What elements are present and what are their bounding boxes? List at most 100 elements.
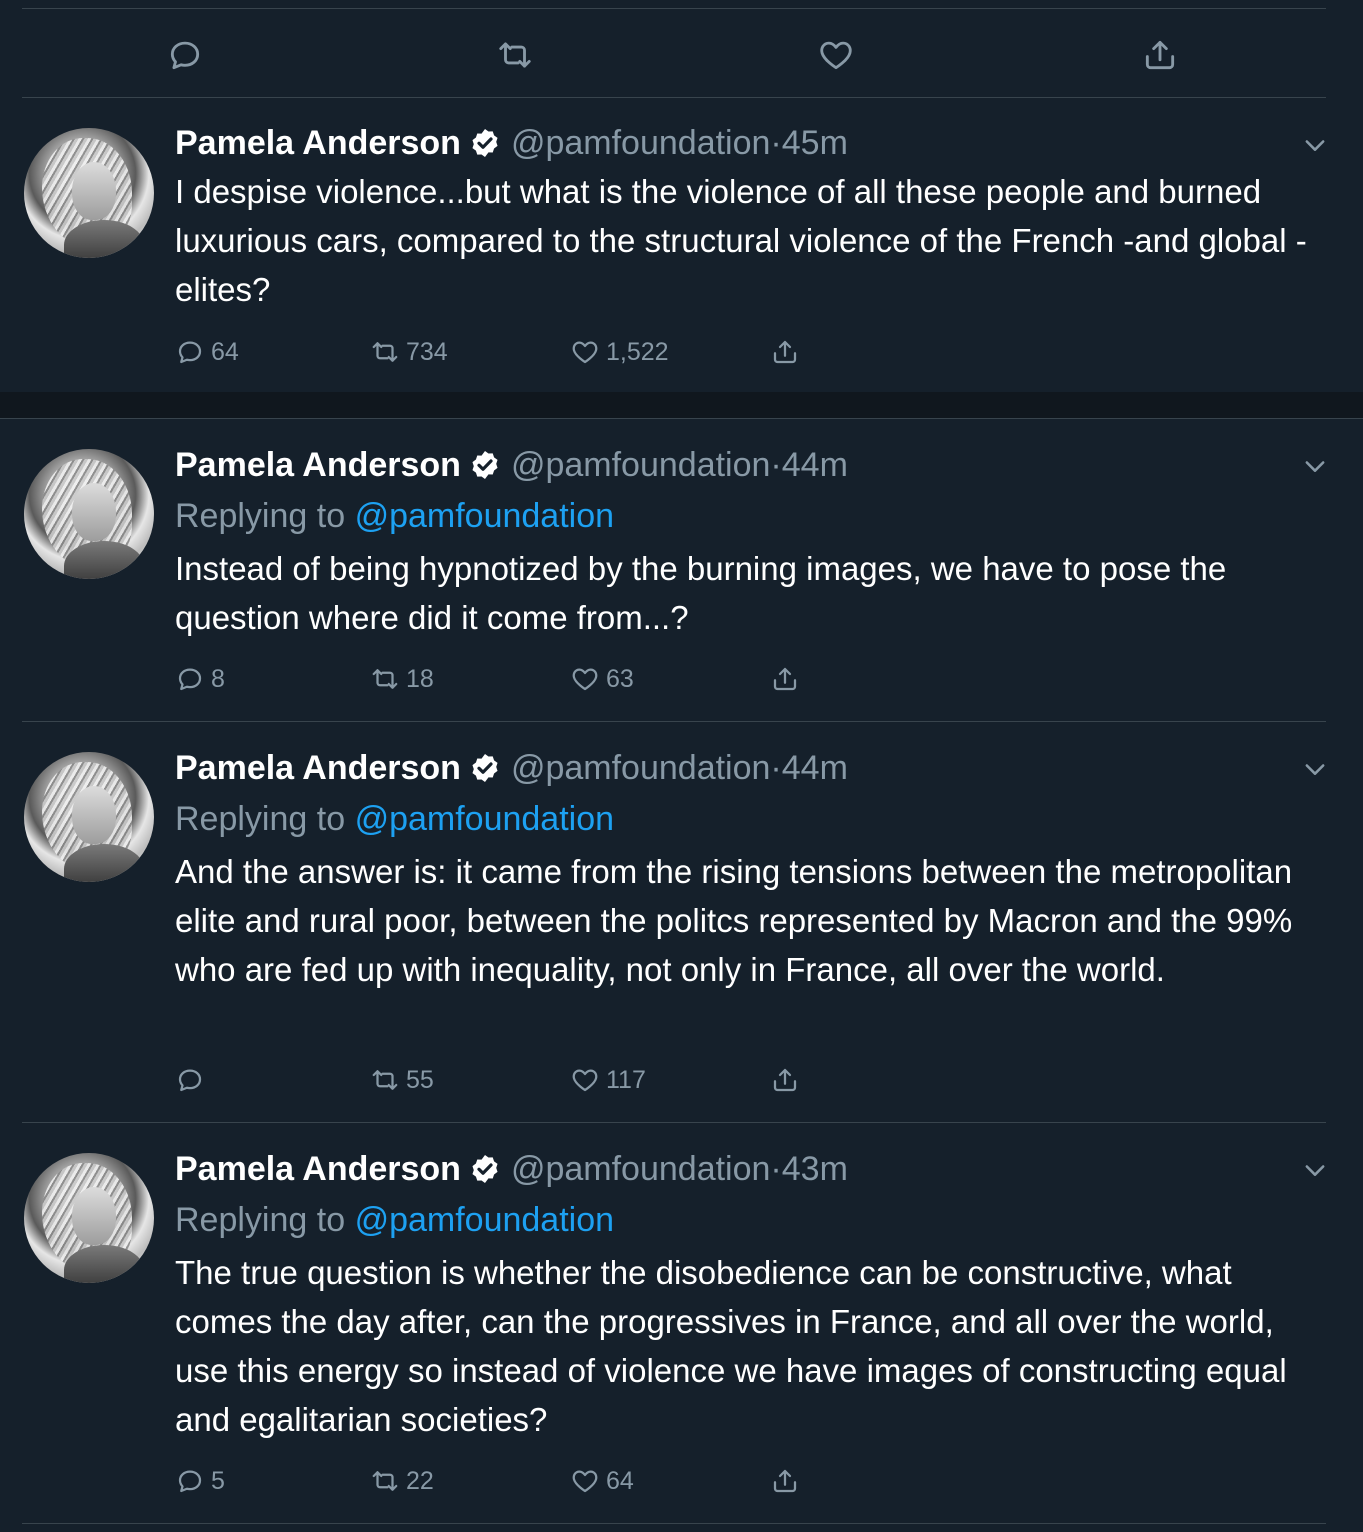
retweet-button[interactable]: 18 <box>370 661 434 697</box>
share-icon <box>773 1068 797 1092</box>
tweet-text: The true question is whether the disobed… <box>175 1254 1287 1438</box>
like-count: 64 <box>606 1466 634 1495</box>
tweet-menu-button[interactable] <box>1301 1156 1329 1184</box>
avatar[interactable] <box>24 1153 154 1283</box>
heart-icon <box>820 41 852 70</box>
share-icon <box>1145 40 1175 70</box>
share-button[interactable] <box>770 661 806 697</box>
share-icon <box>773 340 797 364</box>
replying-to-line: Replying to @pamfoundation <box>175 496 614 536</box>
replying-to-link[interactable]: @pamfoundation <box>355 800 614 838</box>
reply-button[interactable]: 8 <box>175 661 225 697</box>
verified-badge-icon <box>472 129 498 157</box>
author-name[interactable]: Pamela Anderson <box>175 446 461 484</box>
tweet-text: And the answer is: it came from the risi… <box>175 853 1293 988</box>
avatar[interactable] <box>24 449 154 579</box>
like-button[interactable]: 63 <box>570 661 634 697</box>
reply-count: 8 <box>211 664 225 693</box>
chevron-down-icon <box>1305 1165 1325 1176</box>
replying-to-label: Replying to <box>175 497 346 535</box>
tweet-menu-button[interactable] <box>1301 131 1329 159</box>
verified-badge-icon <box>472 1155 498 1183</box>
like-count: 117 <box>606 1065 646 1094</box>
replying-to-label: Replying to <box>175 800 346 838</box>
avatar[interactable] <box>24 752 154 882</box>
retweet-icon <box>499 42 531 68</box>
tweet-menu-button[interactable] <box>1301 452 1329 480</box>
retweet-button[interactable] <box>493 33 537 77</box>
timestamp[interactable]: 44m <box>782 446 848 484</box>
author-handle[interactable]: @pamfoundation <box>511 124 770 162</box>
retweet-count: 55 <box>406 1065 434 1094</box>
avatar[interactable] <box>24 128 154 258</box>
separator-dot: · <box>770 1150 782 1188</box>
tweet-header: Pamela Anderson @pamfoundation·44m <box>175 748 848 788</box>
retweet-button[interactable]: 734 <box>370 334 448 370</box>
retweet-button[interactable]: 55 <box>370 1062 434 1098</box>
share-button[interactable] <box>770 1463 806 1499</box>
share-button[interactable] <box>770 334 806 370</box>
reply-icon <box>170 41 200 70</box>
reply-button[interactable]: 5 <box>175 1463 225 1499</box>
tweet-header: Pamela Anderson @pamfoundation·43m <box>175 1149 848 1189</box>
reply-icon <box>178 668 202 691</box>
tweet[interactable]: Pamela Anderson @pamfoundation·43m Replyi… <box>0 1123 1363 1523</box>
tweet-actions: 64 734 1,522 <box>175 334 875 370</box>
divider <box>22 1523 1326 1524</box>
author-handle[interactable]: @pamfoundation <box>511 749 770 787</box>
timestamp[interactable]: 43m <box>782 1150 848 1188</box>
share-icon <box>773 667 797 691</box>
like-button[interactable]: 117 <box>570 1062 646 1098</box>
author-name[interactable]: Pamela Anderson <box>175 1150 461 1188</box>
tweet-header: Pamela Anderson @pamfoundation·44m <box>175 445 848 485</box>
previous-tweet-actions <box>0 0 1363 98</box>
share-button[interactable] <box>770 1062 806 1098</box>
author-name[interactable]: Pamela Anderson <box>175 749 461 787</box>
tweet-menu-button[interactable] <box>1301 755 1329 783</box>
tweet-text: Instead of being hypnotized by the burni… <box>175 550 1227 636</box>
share-icon <box>773 1469 797 1493</box>
replying-to-link[interactable]: @pamfoundation <box>355 1201 614 1239</box>
tweet-header: Pamela Anderson @pamfoundation·45m <box>175 123 848 163</box>
reply-button[interactable] <box>163 33 207 77</box>
tweet-actions: 5 22 64 <box>175 1463 875 1499</box>
author-handle[interactable]: @pamfoundation <box>511 1150 770 1188</box>
author-handle[interactable]: @pamfoundation <box>511 446 770 484</box>
chevron-down-icon <box>1305 461 1325 472</box>
timestamp[interactable]: 44m <box>782 749 848 787</box>
retweet-icon <box>372 342 398 362</box>
author-name[interactable]: Pamela Anderson <box>175 124 461 162</box>
verified-badge-icon <box>472 451 498 479</box>
tweet[interactable]: Pamela Anderson @pamfoundation·45m I desp… <box>0 98 1363 392</box>
tweet[interactable]: Pamela Anderson @pamfoundation·44m Replyi… <box>0 419 1363 721</box>
chevron-down-icon <box>1305 764 1325 775</box>
separator-dot: · <box>770 124 782 162</box>
like-button[interactable] <box>814 33 858 77</box>
retweet-count: 18 <box>406 664 434 693</box>
retweet-icon <box>372 1070 398 1090</box>
heart-icon <box>572 1470 598 1493</box>
heart-icon <box>572 668 598 691</box>
like-count: 63 <box>606 664 634 693</box>
retweet-icon <box>372 669 398 689</box>
share-button[interactable] <box>1138 33 1182 77</box>
timestamp[interactable]: 45m <box>782 124 848 162</box>
like-button[interactable]: 64 <box>570 1463 634 1499</box>
chevron-down-icon <box>1305 140 1325 151</box>
reply-icon <box>178 1470 202 1493</box>
tweet-text: I despise violence...but what is the vio… <box>175 173 1307 308</box>
tweet-actions: 55 117 <box>175 1062 875 1098</box>
reply-button[interactable] <box>175 1062 211 1098</box>
retweet-icon <box>372 1471 398 1491</box>
reply-button[interactable]: 64 <box>175 334 239 370</box>
separator-dot: · <box>770 749 782 787</box>
tweet[interactable]: Pamela Anderson @pamfoundation·44m Replyi… <box>0 722 1363 1122</box>
like-button[interactable]: 1,522 <box>570 334 669 370</box>
retweet-button[interactable]: 22 <box>370 1463 434 1499</box>
replying-to-line: Replying to @pamfoundation <box>175 1200 614 1240</box>
reply-icon <box>178 341 202 364</box>
replying-to-link[interactable]: @pamfoundation <box>355 497 614 535</box>
heart-icon <box>572 1069 598 1092</box>
separator-dot: · <box>770 446 782 484</box>
replying-to-label: Replying to <box>175 1201 346 1239</box>
